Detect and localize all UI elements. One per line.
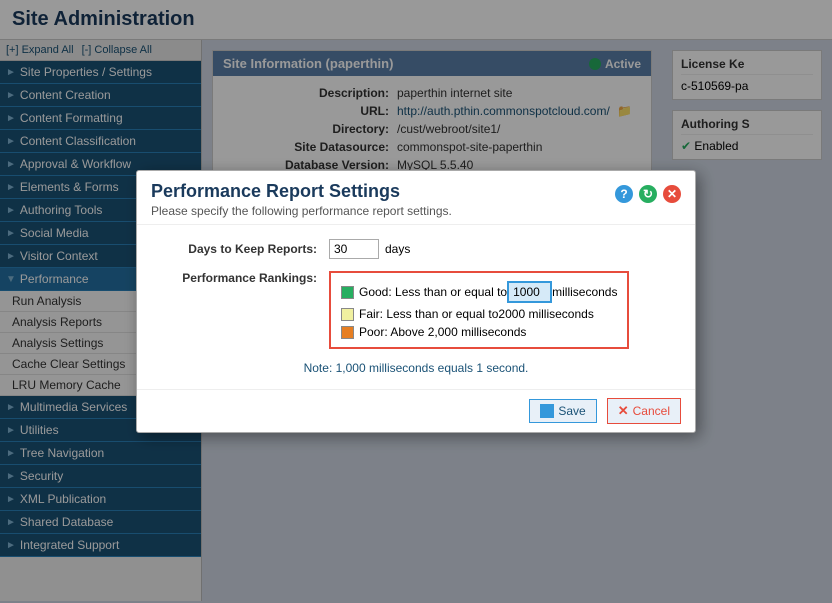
save-button[interactable]: Save (529, 399, 596, 423)
fair-label: Fair: Less than or equal to (359, 307, 498, 321)
good-checkbox[interactable] (341, 286, 354, 299)
poor-ranking-row: Poor: Above 2,000 milliseconds (341, 325, 617, 339)
close-button[interactable]: ✕ (663, 185, 681, 203)
good-ranking-row: Good: Less than or equal to milliseconds (341, 281, 617, 303)
save-icon (540, 404, 554, 418)
rankings-box: Good: Less than or equal to milliseconds… (329, 271, 629, 349)
good-value-input[interactable] (507, 281, 552, 303)
poor-checkbox[interactable] (341, 326, 354, 339)
modal-title: Performance Report Settings (151, 181, 452, 202)
poor-label: Poor: Above 2,000 milliseconds (359, 325, 526, 339)
modal-subtitle: Please specify the following performance… (151, 204, 452, 218)
modal-header-icons: ? ↻ ✕ (615, 185, 681, 203)
days-label: Days to Keep Reports: (157, 242, 317, 256)
days-input-group: days (329, 239, 410, 259)
modal-header: Performance Report Settings Please speci… (137, 171, 695, 225)
days-form-row: Days to Keep Reports: days (157, 239, 675, 259)
fair-checkbox[interactable] (341, 308, 354, 321)
modal-body: Days to Keep Reports: days Performance R… (137, 225, 695, 389)
rankings-form-row: Performance Rankings: Good: Less than or… (157, 271, 675, 349)
rankings-label: Performance Rankings: (157, 271, 317, 285)
modal-overlay: Performance Report Settings Please speci… (0, 0, 832, 603)
cancel-button[interactable]: ✕ Cancel (607, 398, 681, 424)
days-input[interactable] (329, 239, 379, 259)
performance-report-modal: Performance Report Settings Please speci… (136, 170, 696, 433)
modal-footer: Save ✕ Cancel (137, 389, 695, 432)
note-row: Note: 1,000 milliseconds equals 1 second… (157, 361, 675, 375)
cancel-icon: ✕ (618, 403, 629, 419)
good-unit: milliseconds (552, 285, 617, 299)
refresh-button[interactable]: ↻ (639, 185, 657, 203)
good-label: Good: Less than or equal to (359, 285, 507, 299)
help-button[interactable]: ? (615, 185, 633, 203)
modal-header-text: Performance Report Settings Please speci… (151, 181, 452, 218)
note-text: Note: 1,000 milliseconds equals 1 second… (304, 361, 529, 375)
days-unit: days (385, 242, 410, 256)
fair-ranking-row: Fair: Less than or equal to 2000 millise… (341, 307, 617, 321)
fair-value: 2000 (498, 307, 525, 321)
